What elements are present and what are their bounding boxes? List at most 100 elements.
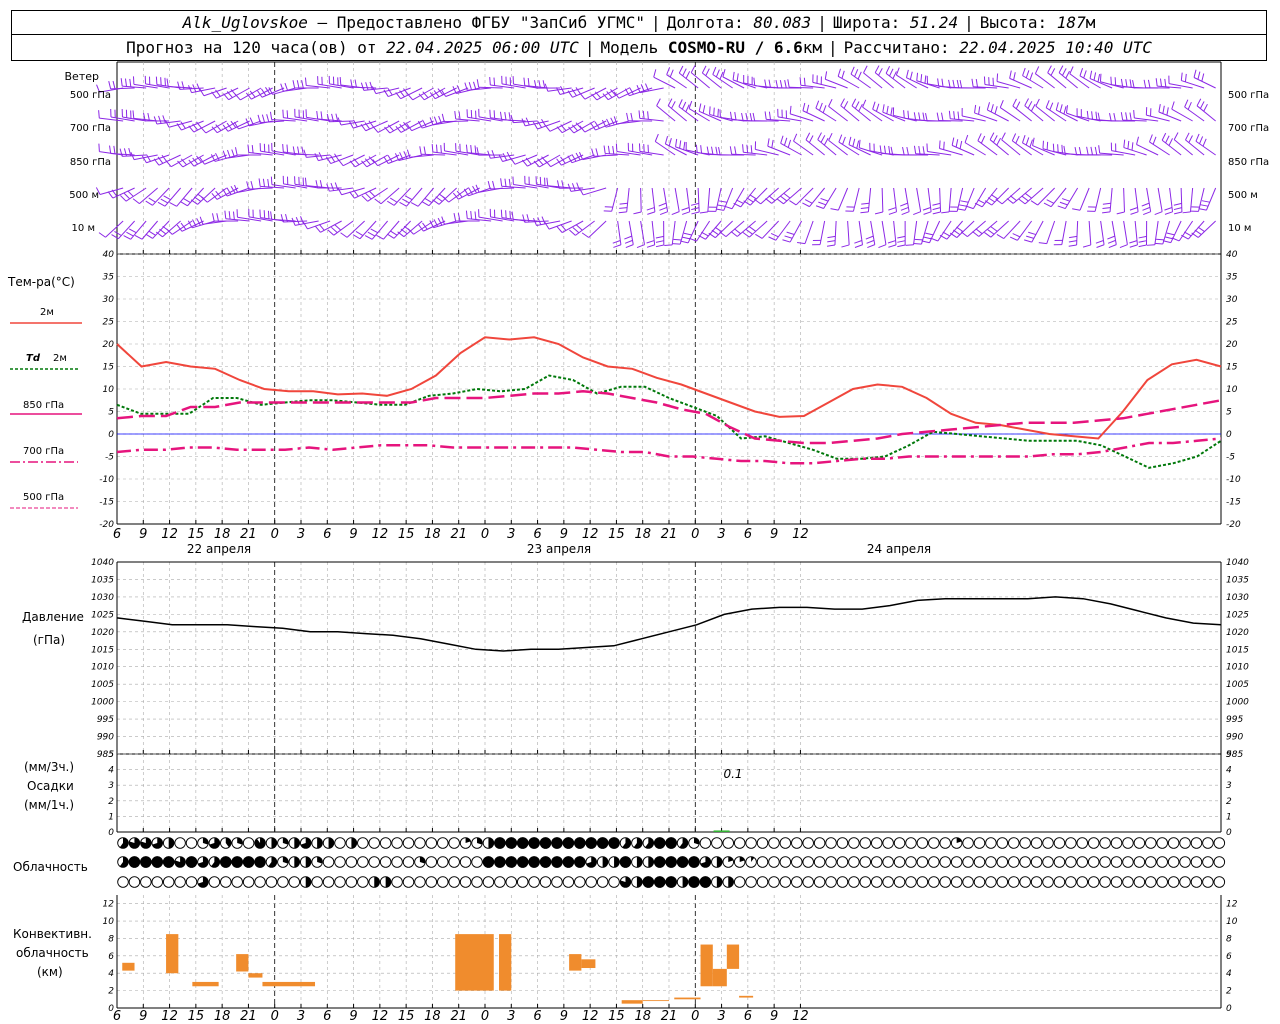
wind-barb-flag bbox=[473, 81, 477, 90]
wind-barb-flag bbox=[1166, 107, 1169, 116]
wind-barb-flag bbox=[930, 237, 939, 242]
wind-barb-flag bbox=[292, 80, 296, 89]
y-tick-label-right: 1020 bbox=[1226, 628, 1249, 638]
wind-barb-flag bbox=[742, 231, 750, 238]
wind-barb-flag bbox=[1129, 244, 1138, 248]
cloud-cover-fill bbox=[636, 876, 643, 888]
cloud-cover-circle bbox=[848, 856, 860, 868]
cloud-cover-circle bbox=[939, 876, 951, 888]
day-label: 23 апреля bbox=[527, 542, 591, 556]
wind-barb-flag bbox=[348, 120, 354, 129]
wind-barb-flag bbox=[262, 178, 265, 187]
x-tick-label: 0 bbox=[481, 1009, 489, 1024]
cloud-cover-circle bbox=[345, 856, 358, 868]
y-tick-label-right: 1035 bbox=[1226, 575, 1249, 585]
wind-barb-flag bbox=[828, 98, 833, 107]
wind-barb-flag bbox=[638, 110, 641, 119]
cloud-cover-fill bbox=[488, 837, 494, 849]
wind-barb-flag bbox=[158, 115, 162, 124]
wind-barb-flag bbox=[1141, 202, 1150, 207]
wind-barb-flag bbox=[885, 65, 891, 74]
wind-barb bbox=[656, 105, 676, 122]
wind-barb-flag bbox=[541, 216, 546, 225]
wind-barb-flag bbox=[1062, 198, 1070, 202]
precip-title: Осадки bbox=[27, 779, 74, 793]
wind-barb-flag bbox=[250, 181, 254, 190]
cloud-cover-circle bbox=[1030, 856, 1043, 868]
wind-barb-flag bbox=[1095, 111, 1098, 120]
wind-barb-flag bbox=[456, 190, 463, 198]
wind-barb-flag bbox=[1142, 206, 1151, 211]
wind-barb-flag bbox=[387, 88, 393, 96]
x-tick-label: 18 bbox=[634, 527, 651, 542]
precip-bar bbox=[713, 830, 730, 832]
cloud-cover-circle bbox=[1087, 876, 1100, 888]
cloud-cover-circle bbox=[1179, 837, 1191, 849]
cloud-cover-circle bbox=[973, 876, 986, 888]
wind-barb-flag bbox=[673, 238, 682, 241]
y-tick-label: 4 bbox=[108, 766, 114, 776]
cloud-cover-circle bbox=[962, 837, 974, 849]
x-tick-label: 18 bbox=[634, 1009, 651, 1024]
x-tick-label: 3 bbox=[507, 1009, 515, 1024]
wind-barb-flag bbox=[780, 135, 784, 144]
x-tick-label: 21 bbox=[661, 1009, 678, 1024]
wind-barb-flag bbox=[337, 187, 343, 195]
wind-barb-flag bbox=[920, 74, 923, 83]
cloud-cover-circle bbox=[893, 876, 906, 888]
y-tick-label: 5 bbox=[108, 408, 114, 418]
wind-barb-flag bbox=[280, 83, 284, 92]
wind-barb-flag bbox=[714, 226, 722, 233]
cloud-cover-circle bbox=[539, 876, 552, 888]
wind-barb-flag bbox=[493, 77, 496, 86]
wind-barb-flag bbox=[734, 146, 737, 155]
wind-barb-flag bbox=[500, 178, 503, 187]
wind-barb-flag bbox=[270, 176, 273, 185]
cloud-cover-circle bbox=[1065, 876, 1077, 888]
wind-barb-flag bbox=[216, 213, 219, 222]
cloud-cover-circle bbox=[402, 856, 415, 868]
wind-barb bbox=[110, 87, 135, 90]
wind-barb-flag bbox=[180, 201, 188, 207]
cloud-cover-fill bbox=[574, 856, 586, 868]
wind-barb-flag bbox=[1086, 146, 1089, 155]
wind-barb-flag bbox=[858, 103, 863, 112]
cloud-cover-fill bbox=[482, 856, 495, 868]
cloud-cover-fill bbox=[220, 856, 232, 868]
wind-barb-flag bbox=[491, 149, 496, 158]
wind-barb-flag bbox=[162, 115, 166, 124]
cloud-cover-circle bbox=[1008, 837, 1020, 849]
wind-barb-flag bbox=[647, 211, 656, 215]
cloud-cover-circle bbox=[1030, 837, 1043, 849]
wind-barb bbox=[667, 105, 687, 122]
cloud-cover-circle bbox=[1122, 856, 1134, 868]
cloud-cover-fill bbox=[351, 837, 357, 849]
wind-barb-flag bbox=[114, 230, 122, 236]
wind-barb-flag bbox=[817, 132, 822, 140]
wind-barb-flag bbox=[701, 231, 709, 237]
cloud-cover-circle bbox=[437, 837, 449, 849]
wind-barb-flag bbox=[659, 206, 668, 211]
wind-barb-flag bbox=[1029, 139, 1033, 148]
cloud-cover-circle bbox=[1145, 856, 1157, 868]
wind-barb-flag bbox=[900, 202, 908, 207]
x-tick-label: 6 bbox=[323, 527, 331, 542]
wind-barb-flag bbox=[913, 211, 921, 216]
wind-barb-flag bbox=[521, 159, 528, 167]
wind-barb-flag bbox=[942, 231, 951, 237]
wind-barb-flag bbox=[996, 233, 1005, 239]
wind-barb-flag bbox=[113, 145, 116, 154]
wind-barb-flag bbox=[387, 200, 395, 206]
cloud-cover-fill bbox=[328, 837, 334, 849]
wind-barb-flag bbox=[827, 240, 836, 243]
wind-barb-flag bbox=[1119, 244, 1128, 249]
wind-barb-flag bbox=[1147, 79, 1151, 88]
y-tick-label: 1000 bbox=[91, 698, 114, 708]
cloud-cover-circle bbox=[482, 876, 495, 888]
wind-barb-flag bbox=[1030, 200, 1038, 206]
wind-barb-flag bbox=[591, 93, 598, 101]
cloud-cover-circle bbox=[162, 876, 175, 888]
wind-barb-flag bbox=[923, 236, 932, 240]
wind-barb-flag bbox=[1129, 240, 1138, 244]
y-tick-label: 5 bbox=[108, 750, 114, 760]
